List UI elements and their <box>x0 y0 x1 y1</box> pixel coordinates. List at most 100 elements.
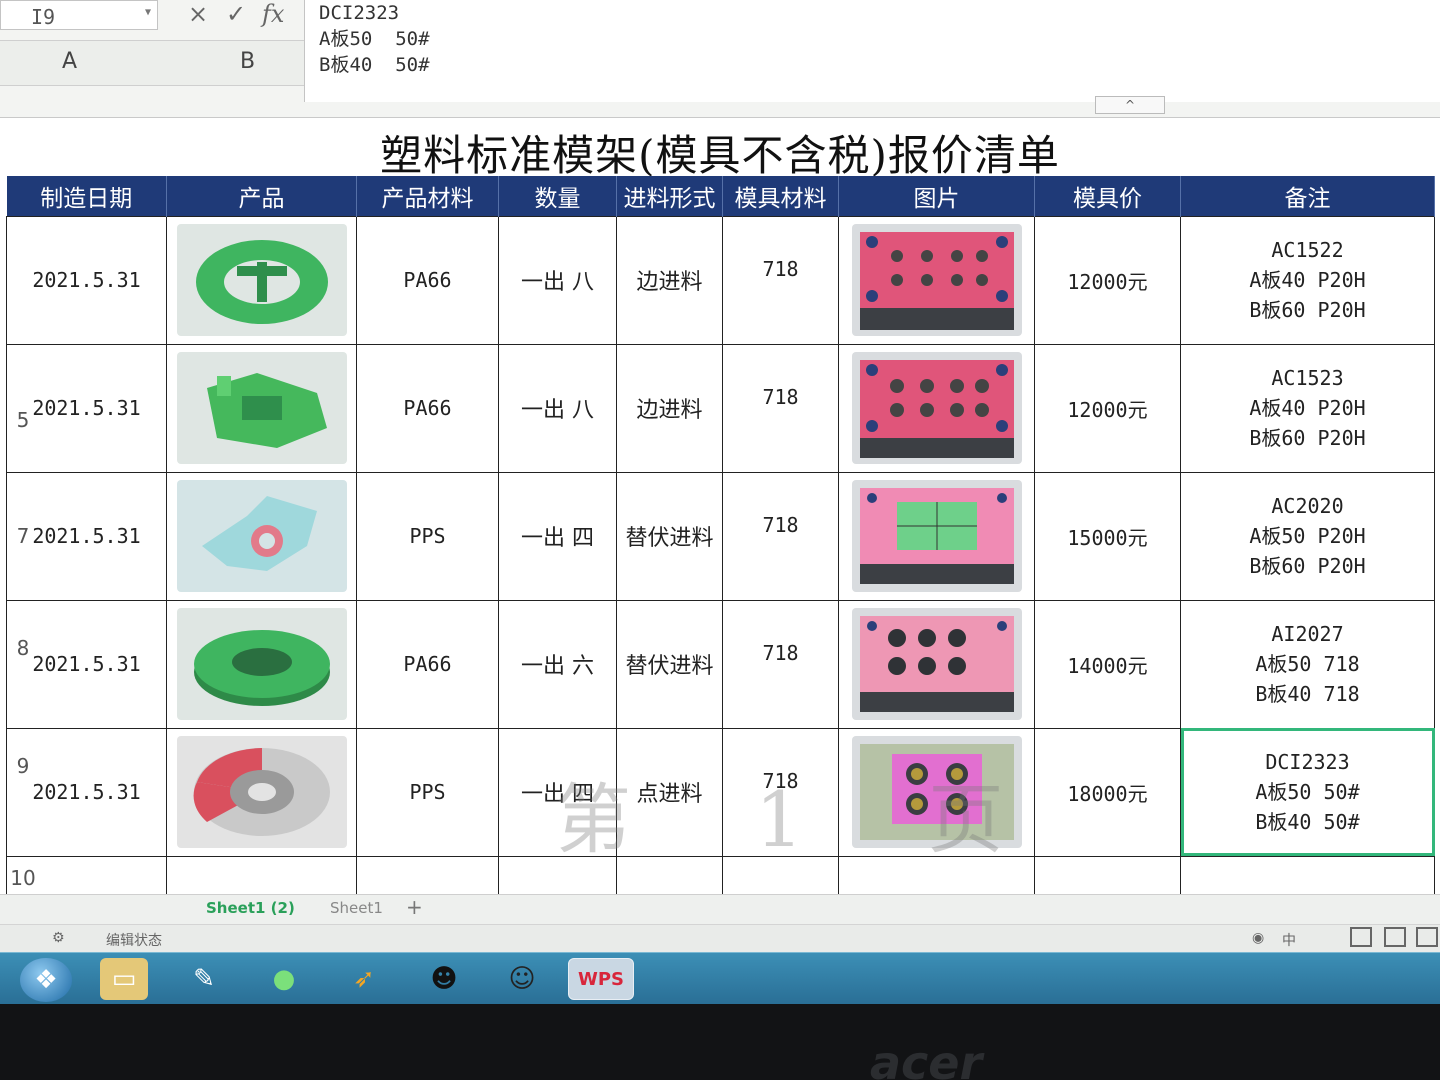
add-sheet-button[interactable]: + <box>406 895 423 919</box>
header-product[interactable]: 产品 <box>166 176 357 216</box>
page-layout-icon[interactable] <box>1384 927 1406 947</box>
table-row: 2021.5.31 PA66 一出 八 边进料 718 12000元 AC152… <box>6 215 1435 345</box>
header-row: 制造日期 产品 产品材料 数量 进料形式 模具材料 图片 模具价 备注 <box>6 176 1435 216</box>
note-line: B板40 50# <box>1255 810 1360 834</box>
page-watermark: 第 1 页 <box>555 775 1054 864</box>
product-image-cell[interactable] <box>166 599 357 729</box>
monitor-bezel <box>0 1004 1440 1080</box>
material-cell[interactable]: PA66 <box>356 215 499 345</box>
function-icon[interactable]: fx <box>262 0 284 28</box>
wps-app-icon[interactable]: WPS <box>568 958 634 1000</box>
mold-material-cell[interactable]: 718 <box>722 599 839 729</box>
formula-input[interactable]: DCI2323 A板50 50# B板40 50# <box>304 0 1440 102</box>
header-gate[interactable]: 进料形式 <box>616 176 723 216</box>
confirm-icon[interactable]: ✓ <box>226 0 246 28</box>
product-image <box>176 480 347 592</box>
header-date[interactable]: 制造日期 <box>6 176 167 216</box>
product-image <box>176 608 347 720</box>
formula-line: A板50 50# <box>319 28 430 50</box>
mold-image-cell[interactable] <box>838 215 1035 345</box>
material-cell[interactable]: PPS <box>356 727 499 857</box>
qq-games-icon[interactable]: ☺ <box>498 958 546 1000</box>
column-headers: A B <box>0 40 304 86</box>
mold-image-cell[interactable] <box>838 471 1035 601</box>
date-cell[interactable]: 2021.5.31 <box>6 727 167 857</box>
mold-material-cell[interactable]: 718 <box>722 215 839 345</box>
date-cell[interactable]: 2021.5.31 <box>6 215 167 345</box>
collapse-formula-button[interactable]: ^ <box>1095 96 1165 114</box>
table-row: 2021.5.31 PA66 一出 八 边进料 718 12000元 AC152… <box>6 343 1435 473</box>
macro-icon[interactable]: ⚙ <box>52 930 65 946</box>
paint-icon[interactable]: ✎ <box>180 958 228 1000</box>
status-bar: ⚙ 编辑状态 ◉ 中 <box>0 924 1440 952</box>
date-cell[interactable]: 2021.5.31 <box>6 471 167 601</box>
note-line: A板50 718 <box>1255 652 1360 676</box>
quantity-cell[interactable]: 一出 八 <box>498 343 617 473</box>
tab-sheet1[interactable]: Sheet1 <box>330 899 383 917</box>
header-notes[interactable]: 备注 <box>1180 176 1435 216</box>
note-line: AC1522 <box>1271 238 1344 262</box>
start-button[interactable]: ❖ <box>20 958 72 1002</box>
worksheet[interactable]: 5 7 8 9 10 塑料标准模架(模具不含税)报价清单 制造日期 产品 产品材… <box>0 118 1440 928</box>
notes-cell[interactable]: AC1522 A板40 P20H B板60 P20H <box>1180 215 1435 345</box>
product-image-cell[interactable] <box>166 727 357 857</box>
header-quantity[interactable]: 数量 <box>498 176 617 216</box>
name-box[interactable]: I9 ▼ <box>0 0 158 30</box>
product-image <box>176 736 347 848</box>
column-header-a[interactable]: A <box>62 49 77 74</box>
price-cell[interactable]: 12000元 <box>1034 215 1181 345</box>
material-cell[interactable]: PPS <box>356 471 499 601</box>
product-image-cell[interactable] <box>166 343 357 473</box>
mold-material-cell[interactable]: 718 <box>722 343 839 473</box>
date-cell[interactable]: 2021.5.31 <box>6 343 167 473</box>
gate-cell[interactable]: 边进料 <box>616 343 723 473</box>
header-material[interactable]: 产品材料 <box>356 176 499 216</box>
note-line: B板40 718 <box>1255 682 1360 706</box>
formula-bar-area: I9 ▼ × ✓ fx A B DCI2323 A板50 50# B板40 50… <box>0 0 1440 118</box>
input-method-indicator[interactable]: 中 <box>1282 930 1296 950</box>
table-row: 2021.5.31 PA66 一出 六 替伏进料 718 14000元 AI20… <box>6 599 1435 729</box>
formula-line: DCI2323 <box>319 2 400 24</box>
normal-view-icon[interactable] <box>1350 927 1372 947</box>
chevron-down-icon[interactable]: ▼ <box>145 7 151 18</box>
qq-icon[interactable]: ☻ <box>420 958 468 1000</box>
wechat-icon[interactable]: ● <box>260 958 308 1000</box>
quantity-cell[interactable]: 一出 八 <box>498 215 617 345</box>
file-explorer-icon[interactable]: ▭ <box>100 958 148 1000</box>
gate-cell[interactable]: 替伏进料 <box>616 599 723 729</box>
date-cell[interactable]: 2021.5.31 <box>6 599 167 729</box>
product-image <box>176 352 347 464</box>
price-cell[interactable]: 18000元 <box>1034 727 1181 857</box>
browser-icon[interactable]: ➶ <box>340 958 388 1000</box>
notes-cell-selected[interactable]: DCI2323 A板50 50# B板40 50# <box>1180 727 1435 857</box>
monitor-brand-logo: acer <box>870 1036 983 1080</box>
header-price[interactable]: 模具价 <box>1034 176 1181 216</box>
price-cell[interactable]: 15000元 <box>1034 471 1181 601</box>
quantity-cell[interactable]: 一出 四 <box>498 471 617 601</box>
column-header-b[interactable]: B <box>240 49 255 74</box>
tab-sheet1-copy[interactable]: Sheet1 (2) <box>206 899 295 917</box>
header-mold-material[interactable]: 模具材料 <box>722 176 839 216</box>
gate-cell[interactable]: 边进料 <box>616 215 723 345</box>
gate-cell[interactable]: 替伏进料 <box>616 471 723 601</box>
notes-cell[interactable]: AI2027 A板50 718 B板40 718 <box>1180 599 1435 729</box>
product-image-cell[interactable] <box>166 471 357 601</box>
windows-taskbar: ❖ ▭ ✎ ● ➶ ☻ ☺ WPS <box>0 952 1440 1004</box>
eye-icon[interactable]: ◉ <box>1252 930 1264 946</box>
formula-line: B板40 50# <box>319 54 430 76</box>
material-cell[interactable]: PA66 <box>356 599 499 729</box>
note-line: DCI2323 <box>1265 750 1350 774</box>
mold-image-cell[interactable] <box>838 599 1035 729</box>
mold-image-cell[interactable] <box>838 343 1035 473</box>
material-cell[interactable]: PA66 <box>356 343 499 473</box>
price-cell[interactable]: 12000元 <box>1034 343 1181 473</box>
cancel-icon[interactable]: × <box>188 0 208 28</box>
header-picture[interactable]: 图片 <box>838 176 1035 216</box>
product-image-cell[interactable] <box>166 215 357 345</box>
mold-material-cell[interactable]: 718 <box>722 471 839 601</box>
notes-cell[interactable]: AC1523 A板40 P20H B板60 P20H <box>1180 343 1435 473</box>
quantity-cell[interactable]: 一出 六 <box>498 599 617 729</box>
page-break-icon[interactable] <box>1416 927 1438 947</box>
price-cell[interactable]: 14000元 <box>1034 599 1181 729</box>
notes-cell[interactable]: AC2020 A板50 P20H B板60 P20H <box>1180 471 1435 601</box>
